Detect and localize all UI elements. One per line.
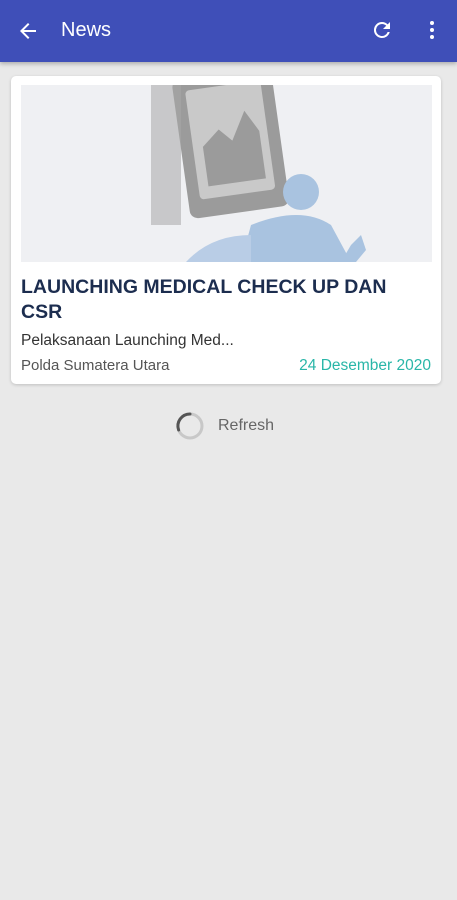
news-title: LAUNCHING MEDICAL CHECK UP DAN CSR: [21, 276, 387, 323]
back-button[interactable]: [14, 17, 42, 45]
news-image-illustration: [21, 85, 432, 262]
page-title: News: [61, 19, 112, 41]
news-date: 24 Desember 2020: [299, 357, 431, 374]
news-thumbnail: [21, 85, 432, 262]
news-summary: Pelaksanaan Launching Med...: [21, 332, 234, 349]
news-card[interactable]: LAUNCHING MEDICAL CHECK UP DAN CSR Pelak…: [11, 76, 441, 384]
more-vert-icon: [430, 21, 434, 39]
refresh-button[interactable]: [368, 16, 396, 44]
refresh-indicator[interactable]: Refresh: [174, 410, 274, 442]
spinner-icon: [176, 412, 204, 440]
arrow-back-icon: [20, 23, 36, 39]
refresh-icon: [373, 21, 390, 38]
more-options-button[interactable]: [420, 16, 444, 44]
refresh-label: Refresh: [218, 417, 275, 434]
app-bar: News: [0, 0, 457, 62]
news-source: Polda Sumatera Utara: [21, 357, 170, 374]
